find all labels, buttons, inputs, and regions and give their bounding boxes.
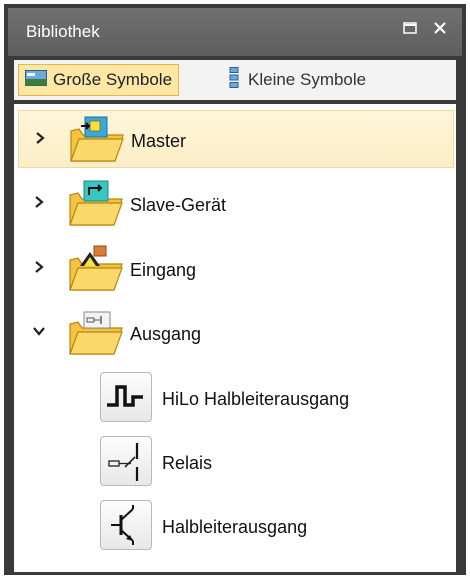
large-icons-icon bbox=[25, 69, 47, 91]
input-folder-icon bbox=[69, 245, 123, 291]
library-panel: Bibliothek Große Symbole Kleine Symbole … bbox=[4, 4, 466, 575]
chevron-down-icon[interactable] bbox=[32, 324, 46, 338]
tree-item-eingang[interactable]: Eingang bbox=[18, 240, 454, 298]
close-icon[interactable] bbox=[432, 20, 448, 36]
title-bar: Bibliothek bbox=[8, 8, 462, 56]
tree-child-relais[interactable]: Relais bbox=[100, 436, 440, 490]
title-buttons bbox=[402, 20, 448, 36]
tree-child-label: Halbleiterausgang bbox=[162, 517, 308, 537]
tree-child-hilo[interactable]: HiLo Halbleiterausgang bbox=[100, 372, 440, 426]
tree-item-label: Eingang bbox=[130, 260, 197, 280]
tree-item-label: Ausgang bbox=[130, 324, 202, 344]
tree-item-ausgang[interactable]: Ausgang bbox=[18, 304, 454, 362]
slave-folder-icon bbox=[69, 180, 123, 226]
chevron-right-icon[interactable] bbox=[33, 131, 47, 145]
tree-item-label: Master bbox=[131, 131, 187, 151]
tree-item-slave-geraet[interactable]: Slave-Gerät bbox=[18, 175, 454, 233]
chevron-right-icon[interactable] bbox=[32, 195, 46, 209]
tree-child-halbleiter[interactable]: Halbleiterausgang bbox=[100, 500, 440, 554]
tree-child-label: HiLo Halbleiterausgang bbox=[162, 389, 350, 409]
tree-item-master[interactable]: Master bbox=[18, 110, 454, 168]
small-icons-icon bbox=[228, 66, 242, 94]
large-icons-button[interactable]: Große Symbole bbox=[18, 64, 180, 96]
small-icons-button[interactable]: Kleine Symbole bbox=[222, 64, 372, 96]
master-folder-icon bbox=[70, 116, 124, 162]
library-tree: Master Slave-Gerät Eingang Ausgang HiLo … bbox=[14, 104, 456, 572]
output-folder-icon bbox=[69, 311, 123, 355]
relay-icon bbox=[100, 436, 152, 486]
small-icons-label: Kleine Symbole bbox=[248, 70, 367, 89]
tree-item-label: Slave-Gerät bbox=[130, 195, 227, 215]
maximize-icon[interactable] bbox=[402, 20, 418, 36]
hilo-signal-icon bbox=[100, 372, 152, 422]
transistor-icon bbox=[100, 500, 152, 550]
panel-title: Bibliothek bbox=[26, 22, 100, 41]
large-icons-label: Große Symbole bbox=[53, 70, 173, 89]
view-toolbar: Große Symbole Kleine Symbole bbox=[14, 60, 456, 100]
tree-child-label: Relais bbox=[162, 453, 213, 473]
chevron-right-icon[interactable] bbox=[32, 260, 46, 274]
